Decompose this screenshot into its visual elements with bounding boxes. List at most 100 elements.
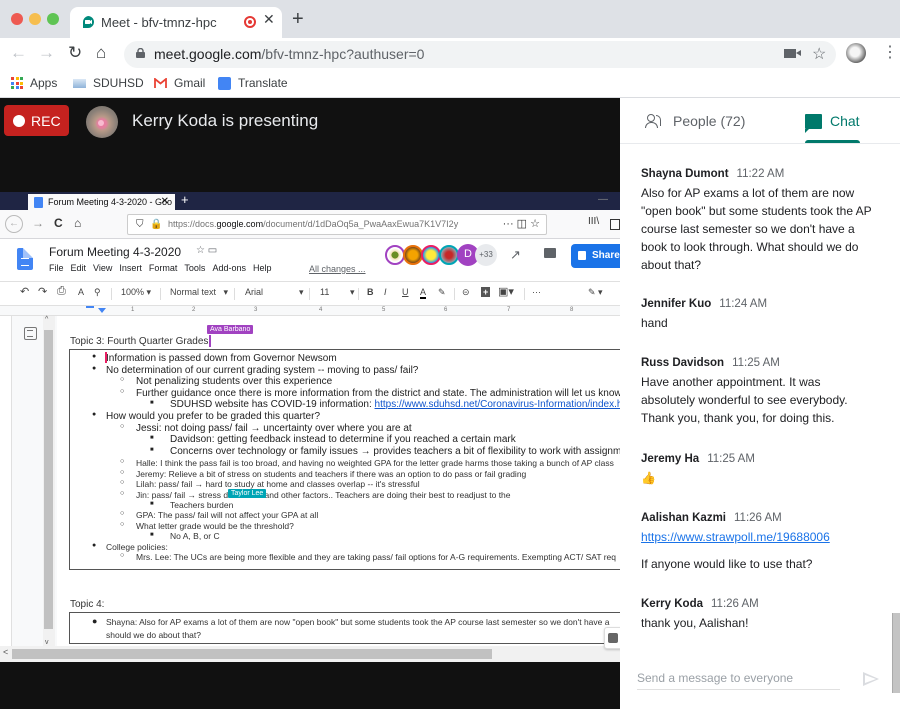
firefox-minimize-button[interactable]: — [598, 194, 608, 205]
google-docs-logo-icon[interactable] [17, 248, 33, 270]
paint-format-icon[interactable]: ⚲ [94, 287, 101, 298]
menu-view[interactable]: View [93, 263, 112, 273]
scroll-thumb[interactable] [12, 649, 492, 659]
explore-button[interactable] [604, 627, 620, 649]
share-button[interactable]: Share [571, 244, 620, 268]
shared-screen: Forum Meeting 4-3-2020 - Goo ✕ + — ← → C… [0, 192, 620, 662]
browser-tab-meet[interactable]: Meet - bfv-tmnz-hpc [70, 7, 282, 38]
menu-format[interactable]: Format [149, 263, 178, 273]
underline-button[interactable]: U [402, 287, 409, 297]
spellcheck-icon[interactable]: A [78, 287, 84, 297]
editing-mode-icon[interactable]: ✎ ▾ [588, 287, 603, 298]
document-page[interactable]: Topic 3: Fourth Quarter Grades: Ava Barb… [57, 316, 620, 646]
menu-help[interactable]: Help [253, 263, 272, 273]
chat-message-input[interactable]: Send a message to everyone [637, 668, 840, 690]
document-horizontal-scrollbar[interactable]: < [0, 646, 620, 662]
highlight-icon[interactable]: ✎ [438, 287, 446, 298]
firefox-sidebar-icon[interactable] [610, 219, 620, 230]
zoom-select[interactable]: 100% ▾ [121, 287, 151, 298]
document-title[interactable]: Forum Meeting 4-3-2020 [49, 245, 181, 259]
text-color-button[interactable]: A [420, 287, 427, 299]
covid-info-link[interactable]: https://www.sduhsd.net/Coronavirus-Infor… [375, 399, 620, 410]
document-vertical-scrollbar[interactable]: ^ v [43, 316, 55, 646]
menu-tools[interactable]: Tools [184, 263, 205, 273]
bookmark-translate[interactable]: Translate [218, 76, 288, 90]
redo-icon[interactable]: ↷ [38, 285, 47, 298]
firefox-url-bar[interactable]: ⛉ 🔒 https://docs.google.com/document/d/1… [127, 214, 547, 235]
scroll-up-icon[interactable]: ^ [45, 316, 48, 323]
bookmark-gmail[interactable]: Gmail [154, 76, 205, 90]
left-indent-handle[interactable] [98, 308, 106, 313]
firefox-library-icon[interactable]: III\ [588, 216, 599, 227]
comment-history-icon[interactable] [544, 248, 556, 258]
italic-button[interactable]: I [384, 287, 387, 297]
forward-button[interactable]: → [38, 43, 55, 63]
bold-button[interactable]: B [367, 287, 374, 297]
collaborator-cursor [209, 335, 211, 347]
insert-link-icon[interactable]: ⊝ [462, 287, 470, 298]
outline-item: Jin: pass/ fail → stress d ituations and… [136, 490, 511, 500]
font-select[interactable]: Arial ▾ [245, 287, 304, 297]
menu-addons[interactable]: Add-ons [212, 263, 246, 273]
firefox-home-button[interactable]: ⌂ [74, 216, 81, 230]
recording-badge[interactable]: REC [4, 105, 69, 136]
firefox-new-tab-button[interactable]: + [181, 192, 189, 207]
collaborator-avatar[interactable] [421, 245, 441, 265]
document-outline-icon[interactable] [24, 327, 37, 340]
profile-avatar[interactable] [846, 43, 866, 63]
firefox-reload-button[interactable]: C [54, 216, 63, 230]
scroll-down-icon[interactable]: v [45, 639, 49, 646]
first-line-indent-handle[interactable] [86, 306, 94, 308]
send-icon[interactable] [863, 672, 879, 686]
firefox-forward-button[interactable]: → [32, 216, 44, 230]
outline-item-text: Further guidance once there is more info… [136, 387, 620, 399]
scroll-left-icon[interactable]: < [3, 647, 8, 657]
home-button[interactable]: ⌂ [96, 43, 106, 63]
firefox-tab-close-icon[interactable]: ✕ [161, 194, 169, 210]
activity-dashboard-icon[interactable]: ↗ [510, 247, 521, 263]
tab-chat[interactable]: Chat [805, 113, 860, 133]
collaborator-avatar[interactable] [385, 245, 405, 265]
tab-close-button[interactable]: ✕ [263, 11, 275, 28]
camera-icon[interactable] [784, 49, 801, 58]
back-button[interactable]: ← [10, 43, 27, 63]
outline-item: College policies: [106, 542, 168, 552]
window-close-button[interactable] [11, 13, 23, 25]
font-size-select[interactable]: 11 ▾ [320, 287, 355, 297]
window-minimize-button[interactable] [29, 13, 41, 25]
all-changes-saved-link[interactable]: All changes ... [309, 264, 366, 274]
firefox-page-actions[interactable]: ··· ◫ ☆ [498, 215, 540, 234]
message-body: Have another appointment. It was absolut… [641, 375, 848, 425]
browser-menu-icon[interactable]: ⋮ [882, 44, 898, 62]
outline-item-text: Halle: I think the pass fail is too broa… [136, 458, 614, 469]
window-maximize-button[interactable] [47, 13, 59, 25]
address-bar[interactable]: meet.google.com/bfv-tmnz-hpc?authuser=0 … [124, 41, 836, 68]
insert-image-icon[interactable]: ▣▾ [498, 285, 514, 298]
new-tab-button[interactable]: + [292, 9, 304, 29]
topic-4-box: ● Shayna: Also for AP exams a lot of the… [69, 612, 620, 644]
star-folder-icons[interactable]: ☆ ▭ [196, 245, 217, 256]
bookmark-star-icon[interactable]: ☆ [812, 44, 826, 64]
undo-icon[interactable]: ↶ [20, 285, 29, 298]
message-link[interactable]: https://www.strawpoll.me/19688006 [641, 528, 876, 546]
menu-insert[interactable]: Insert [119, 263, 142, 273]
print-icon[interactable]: ⎙ [57, 285, 66, 298]
thumbs-up-emoji: 👍 [641, 471, 656, 485]
chat-scrollbar[interactable] [892, 613, 900, 693]
bullet-icon: ○ [120, 376, 125, 384]
firefox-back-button[interactable]: ← [5, 215, 23, 233]
reload-button[interactable]: ↻ [68, 43, 82, 63]
add-comment-icon[interactable]: + [481, 287, 491, 297]
more-collaborators-badge[interactable]: +33 [475, 244, 497, 266]
firefox-tab-docs[interactable]: Forum Meeting 4-3-2020 - Goo ✕ [28, 194, 175, 210]
menu-file[interactable]: File [49, 263, 64, 273]
tab-people[interactable]: People (72) [645, 113, 745, 129]
scroll-thumb[interactable] [44, 330, 53, 629]
collaborator-avatar[interactable] [403, 245, 423, 265]
menu-edit[interactable]: Edit [71, 263, 87, 273]
collaborator-avatar[interactable] [439, 245, 459, 265]
bookmark-sduhsd[interactable]: SDUHSD [73, 76, 144, 90]
style-select[interactable]: Normal text ▾ [170, 287, 228, 298]
more-options-icon[interactable]: ··· [532, 287, 541, 297]
bookmark-apps[interactable]: Apps [11, 76, 57, 90]
